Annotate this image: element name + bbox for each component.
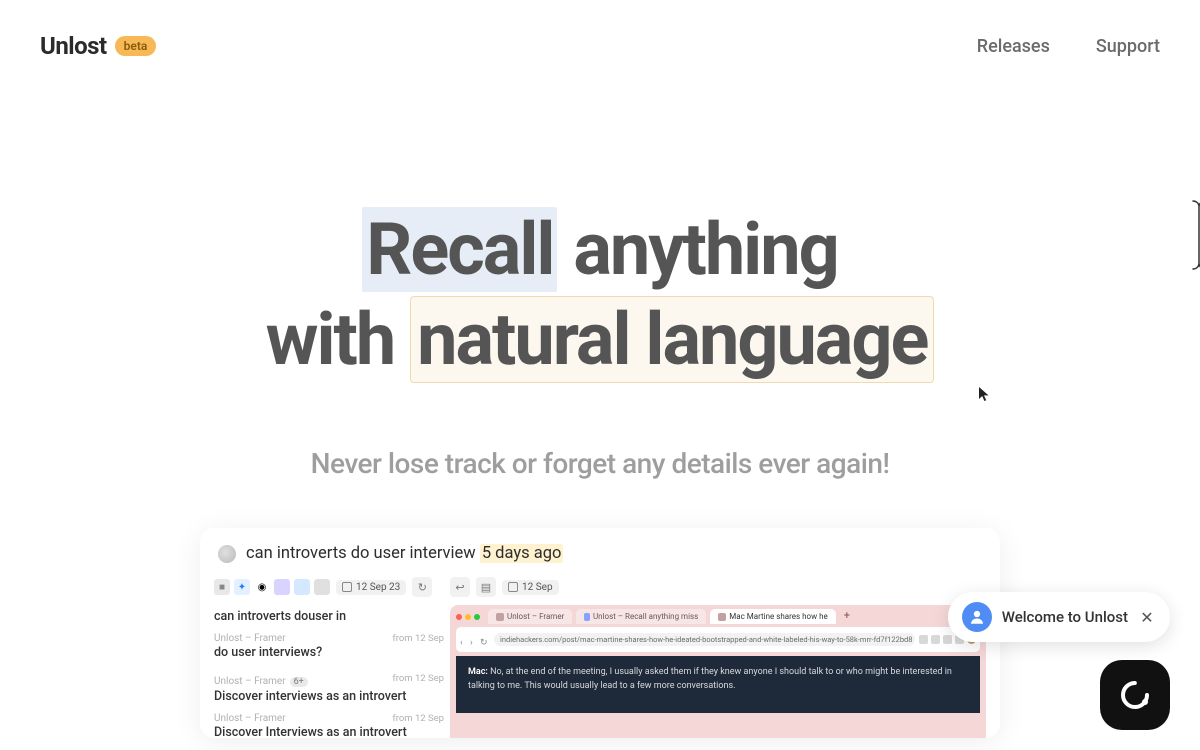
hero-word-with: with: [266, 297, 411, 382]
nav-releases[interactable]: Releases: [977, 36, 1050, 57]
date-left-label: 12 Sep 23: [356, 582, 400, 593]
hero-line-2: with natural language: [0, 295, 1200, 385]
text-cursor-icon: [1190, 199, 1200, 271]
result-item[interactable]: Unlost – Framer from 12 Sep do user inte…: [214, 630, 444, 666]
hero: Recall anything with natural language Ne…: [0, 205, 1200, 480]
result-source: Unlost – Framer: [214, 713, 286, 724]
nav-buttons: ‹›↻: [460, 630, 490, 649]
tab-label: Unlost – Recall anything miss: [593, 612, 698, 621]
hero-word-recall: Recall: [362, 207, 557, 292]
result-title: can introverts douser in: [214, 609, 444, 624]
hero-line-1: Recall anything: [0, 205, 1200, 295]
avatar-icon: [962, 602, 992, 632]
page-content: Mac: No, at the end of the meeting, I us…: [456, 656, 980, 713]
search-query-time: 5 days ago: [480, 544, 564, 563]
close-icon[interactable]: ✕: [1138, 608, 1156, 627]
result-title: do user interviews?: [214, 645, 444, 660]
result-title: Discover Interviews as an introvert: [214, 725, 444, 738]
chrome-icon[interactable]: ◉: [254, 579, 270, 595]
calendar-icon: [342, 582, 352, 592]
refresh-button[interactable]: ↻: [412, 577, 432, 597]
chat-welcome-text: Welcome to Unlost: [1002, 608, 1128, 626]
app-icon-2[interactable]: [294, 579, 310, 595]
results-panel: ■ ✦ ◉ 12 Sep 23 ↻ can introverts douser …: [214, 573, 444, 738]
demo-screenshot: can introverts do user interview 5 days …: [200, 528, 1000, 738]
safari-icon[interactable]: ✦: [234, 579, 250, 595]
app-icon-3[interactable]: [314, 579, 330, 595]
address-bar-row: ‹›↻ indiehackers.com/post/mac-martine-sh…: [456, 627, 980, 652]
app-icon: [218, 545, 236, 563]
date-right-label: 12 Sep: [522, 582, 553, 593]
browser-preview: Unlost – Framer Unlost – Recall anything…: [450, 605, 986, 738]
result-title: Discover interviews as an introvert: [214, 689, 444, 704]
search-row: can introverts do user interview 5 days …: [214, 538, 986, 573]
save-button[interactable]: ▤: [476, 577, 496, 597]
nav-links: Releases Support: [977, 36, 1160, 57]
video-icon[interactable]: ■: [214, 579, 230, 595]
cursor-icon: [978, 386, 990, 402]
logo[interactable]: Unlost beta: [40, 32, 156, 60]
result-item[interactable]: Unlost – Framer from 12 Sep Discover Int…: [214, 710, 444, 738]
calendar-icon: [508, 582, 518, 592]
date-filter-left[interactable]: 12 Sep 23: [336, 580, 406, 595]
logo-text: Unlost: [40, 32, 107, 60]
result-date: from 12 Sep: [392, 633, 444, 644]
date-filter-right[interactable]: 12 Sep: [502, 580, 559, 595]
header: Unlost beta Releases Support: [0, 0, 1200, 60]
result-item[interactable]: Unlost – Framer 6+ from 12 Sep Discover …: [214, 666, 444, 710]
chat-welcome-popup[interactable]: Welcome to Unlost ✕: [948, 592, 1170, 642]
hero-word-anything: anything: [557, 207, 837, 292]
search-query-text: can introverts do user interview: [246, 544, 480, 563]
result-item[interactable]: can introverts douser in: [214, 605, 444, 630]
window-controls: [456, 609, 480, 624]
tab-label: Mac Martine shares how he: [729, 612, 827, 621]
browser-tab[interactable]: Unlost – Recall anything miss: [576, 609, 706, 624]
beta-badge: beta: [115, 36, 157, 56]
back-button[interactable]: ↩: [450, 577, 470, 597]
result-source: Unlost – Framer: [214, 676, 286, 687]
preview-panel: ↩ ▤ 12 Sep Unlost – Framer Unlost – Reca…: [450, 573, 986, 738]
chat-launcher-button[interactable]: [1100, 660, 1170, 730]
address-bar[interactable]: indiehackers.com/post/mac-martine-shares…: [494, 633, 915, 646]
filter-icons: ■ ✦ ◉: [214, 579, 330, 595]
result-date: from 12 Sep: [392, 713, 444, 724]
tab-label: Unlost – Framer: [507, 612, 564, 621]
result-source: Unlost – Framer: [214, 633, 286, 644]
browser-tab-strip: Unlost – Framer Unlost – Recall anything…: [456, 609, 980, 627]
search-query: can introverts do user interview 5 days …: [246, 544, 563, 563]
right-toolbar: ↩ ▤ 12 Sep: [450, 573, 986, 605]
app-icon-1[interactable]: [274, 579, 290, 595]
left-toolbar: ■ ✦ ◉ 12 Sep 23 ↻: [214, 573, 444, 605]
result-count-badge: 6+: [290, 677, 308, 687]
hero-word-natural-language: natural language: [410, 296, 934, 383]
nav-support[interactable]: Support: [1096, 36, 1160, 57]
speaker-label: Mac:: [468, 667, 488, 677]
browser-tab-active[interactable]: Mac Martine shares how he: [710, 609, 835, 624]
page-body-text: No, at the end of the meeting, I usually…: [468, 667, 952, 691]
subhead: Never lose track or forget any details e…: [0, 447, 1200, 480]
browser-tab[interactable]: Unlost – Framer: [488, 609, 572, 624]
new-tab-button[interactable]: +: [840, 609, 854, 624]
result-date: from 12 Sep: [392, 673, 444, 684]
